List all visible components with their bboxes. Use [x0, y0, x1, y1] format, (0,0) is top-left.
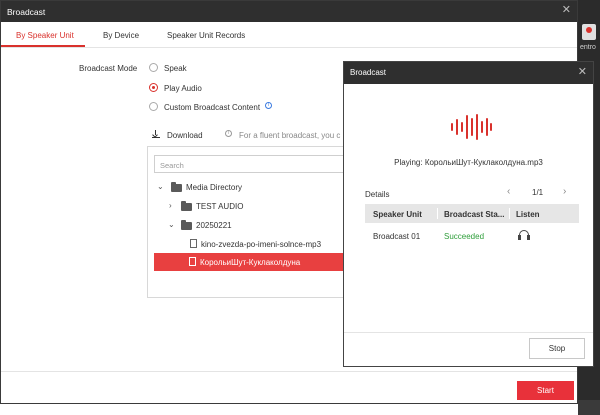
- close-icon[interactable]: ✕: [562, 5, 571, 16]
- close-icon[interactable]: ✕: [578, 67, 587, 78]
- folder-icon: [171, 182, 182, 192]
- active-tab-indicator: [1, 45, 85, 47]
- tree-item-test-audio[interactable]: › TEST AUDIO: [148, 197, 346, 215]
- dialog-titlebar: Broadcast ✕: [1, 1, 577, 22]
- chevron-down-icon[interactable]: ⌄: [168, 220, 175, 229]
- table-header: Speaker Unit Broadcast Sta... Listen: [365, 204, 579, 223]
- column-speaker-unit: Speaker Unit: [373, 210, 422, 219]
- dialog-title: Broadcast: [7, 7, 46, 17]
- hint-info-icon: i: [225, 130, 232, 137]
- column-divider: [437, 208, 438, 219]
- row-speaker-unit: Broadcast 01: [373, 232, 421, 241]
- background-tab: [578, 400, 600, 415]
- download-icon[interactable]: [152, 130, 160, 138]
- option-play-audio-label[interactable]: Play Audio: [164, 84, 202, 93]
- info-icon: i: [265, 102, 272, 109]
- tree-label: TEST AUDIO: [196, 202, 244, 211]
- broadcast-popup: Broadcast ✕ Playing: КорольиШут-Куклакол…: [343, 61, 594, 367]
- option-custom-content-label[interactable]: Custom Broadcast Content: [164, 103, 260, 112]
- popup-footer-divider: [344, 332, 593, 333]
- download-hint: For a fluent broadcast, you c: [239, 131, 341, 140]
- tree-item-media-directory[interactable]: ⌄ Media Directory: [148, 178, 346, 196]
- chevron-down-icon[interactable]: ⌄: [157, 182, 164, 191]
- tab-speaker-unit-records[interactable]: Speaker Unit Records: [167, 31, 245, 40]
- tree-item-file-kino[interactable]: kino-zvezda-po-imeni-solnce-mp3: [148, 235, 346, 253]
- popup-title: Broadcast: [350, 68, 387, 77]
- chevron-right-icon[interactable]: ›: [169, 201, 172, 210]
- start-button[interactable]: Start: [517, 381, 574, 400]
- chevron-left-icon[interactable]: ‹: [507, 186, 510, 197]
- file-icon: [189, 257, 196, 266]
- file-icon: [190, 239, 197, 248]
- radio-speak[interactable]: [149, 63, 158, 72]
- tree-item-file-selected[interactable]: КорольиШут-Куклаколдуна: [154, 253, 346, 271]
- folder-icon: [181, 201, 192, 211]
- broadcast-mode-label: Broadcast Mode: [79, 64, 138, 73]
- download-button[interactable]: Download: [167, 131, 203, 140]
- page-indicator: 1/1: [532, 188, 544, 197]
- folder-icon: [181, 220, 192, 230]
- tree-label: Media Directory: [186, 183, 243, 192]
- tree-label: КорольиШут-Куклаколдуна: [200, 258, 301, 267]
- stop-button[interactable]: Stop: [529, 338, 585, 359]
- chevron-right-icon[interactable]: ›: [563, 186, 566, 197]
- search-input[interactable]: Search: [154, 155, 344, 173]
- option-speak-label[interactable]: Speak: [164, 64, 187, 73]
- tree-label: kino-zvezda-po-imeni-solnce-mp3: [201, 240, 322, 249]
- column-divider: [509, 208, 510, 219]
- tab-by-speaker-unit[interactable]: By Speaker Unit: [16, 31, 74, 40]
- app-icon: [582, 24, 596, 40]
- background-text: entro: [580, 44, 596, 51]
- popup-titlebar: Broadcast ✕: [344, 62, 593, 84]
- media-tree: Search ⌄ Media Directory › TEST AUDIO ⌄ …: [147, 146, 347, 298]
- tree-item-20250221[interactable]: ⌄ 20250221: [148, 216, 346, 234]
- playing-text: Playing: КорольиШут-Куклаколдуна.mp3: [394, 158, 543, 167]
- headset-icon[interactable]: [518, 230, 530, 240]
- footer-divider: [1, 371, 577, 372]
- radio-play-audio[interactable]: [149, 83, 158, 92]
- row-status: Succeeded: [444, 232, 485, 241]
- tab-by-device[interactable]: By Device: [103, 31, 139, 40]
- radio-custom-content[interactable]: [149, 102, 158, 111]
- tree-label: 20250221: [196, 221, 232, 230]
- tab-bar: By Speaker Unit By Device Speaker Unit R…: [1, 22, 577, 48]
- details-label: Details: [365, 190, 390, 199]
- sound-wave-icon: [451, 114, 492, 140]
- search-placeholder: Search: [160, 161, 184, 170]
- column-broadcast-status: Broadcast Sta...: [444, 210, 505, 219]
- column-listen: Listen: [516, 210, 540, 219]
